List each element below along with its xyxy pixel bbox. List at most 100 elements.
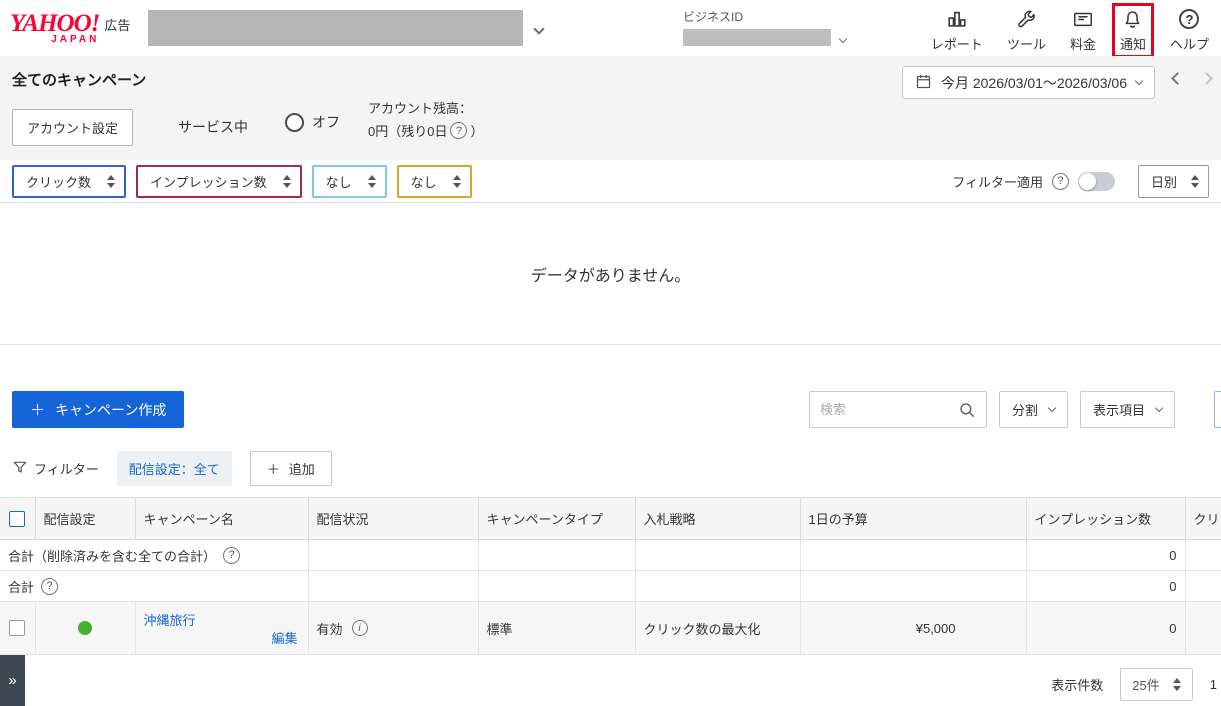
yahoo-japan-ads-logo[interactable]: YAHOO! JAPAN 広告 <box>10 12 130 45</box>
nav-help[interactable]: ? ヘルプ <box>1162 3 1217 58</box>
spinner-icon <box>283 175 291 188</box>
rows-per-page-select[interactable]: 25件 <box>1120 668 1192 701</box>
nav-help-label: ヘルプ <box>1170 34 1209 53</box>
col-daily-budget[interactable]: 1日の予算 <box>800 498 1026 540</box>
business-id-redacted <box>683 29 831 46</box>
top-header: YAHOO! JAPAN 広告 ビジネスID レポート <box>0 0 1221 56</box>
filter-bar: フィルター 配信設定：全て ＋ 追加 <box>12 452 332 484</box>
total-all-help-icon[interactable]: ? <box>223 547 240 564</box>
nav-report[interactable]: レポート <box>923 3 991 58</box>
service-off-radio-group: オフ <box>285 112 340 132</box>
filter-apply-label: フィルター適用 <box>952 172 1043 191</box>
plus-icon: ＋ <box>30 399 45 420</box>
delivery-setting-chip[interactable]: 配信設定：全て <box>117 451 232 486</box>
delivery-status-dot[interactable] <box>78 621 92 635</box>
nav-fees-label: 料金 <box>1070 34 1096 53</box>
select-all-checkbox[interactable] <box>9 511 25 527</box>
chart-metric-controls: クリック数 インプレッション数 なし なし フィルター適用 ? 日別 <box>0 160 1221 203</box>
add-filter-label: 追加 <box>289 459 315 478</box>
total-label: 合計 <box>8 577 34 596</box>
metric-select-1[interactable]: クリック数 <box>12 165 126 198</box>
header-checkbox-cell <box>0 498 35 540</box>
col-campaign-type[interactable]: キャンペーンタイプ <box>478 498 635 540</box>
yahoo-ads-app: YAHOO! JAPAN 広告 ビジネスID レポート <box>0 0 1221 706</box>
prev-period-icon[interactable] <box>1171 72 1184 85</box>
row-checkbox[interactable] <box>9 620 25 636</box>
filter-label: フィルター <box>34 459 99 478</box>
business-id-label: ビジネスID <box>683 8 846 25</box>
nav-tools[interactable]: ツール <box>999 3 1054 58</box>
filter-apply-toggle[interactable] <box>1078 172 1115 191</box>
campaign-row: 沖縄旅行 編集 有効 i 標準 クリック数の最大化 ¥5,000 0 <box>0 602 1221 655</box>
nav-notifications[interactable]: 通知 <box>1112 3 1154 58</box>
campaign-table-wrap: 配信設定 キャンペーン名 配信状況 キャンペーンタイプ 入札戦略 1日の予算 イ… <box>0 497 1221 655</box>
create-campaign-button[interactable]: ＋ キャンペーン作成 <box>12 391 184 428</box>
campaign-daily-budget: ¥5,000 <box>800 602 1026 655</box>
chart-area: データがありません。 <box>0 204 1221 345</box>
off-radio[interactable] <box>285 113 304 132</box>
total-help-icon[interactable]: ? <box>41 578 58 595</box>
create-campaign-label: キャンペーン作成 <box>55 400 166 420</box>
account-name-redacted[interactable] <box>148 10 523 46</box>
search-input[interactable] <box>810 392 948 427</box>
clipped-edge-button[interactable] <box>1214 391 1221 428</box>
campaign-name-link[interactable]: 沖縄旅行 <box>144 610 196 629</box>
metric-select-2[interactable]: インプレッション数 <box>136 165 302 198</box>
total-all-label: 合計（削除済みを含む全ての合計） <box>8 546 216 565</box>
campaign-impressions: 0 <box>1026 602 1185 655</box>
split-label: 分割 <box>1012 400 1038 419</box>
report-icon <box>946 8 968 30</box>
logo-yahoo: YAHOO! <box>10 12 99 35</box>
add-filter-button[interactable]: ＋ 追加 <box>250 451 332 486</box>
col-campaign-name[interactable]: キャンペーン名 <box>135 498 308 540</box>
campaign-table: 配信設定 キャンペーン名 配信状況 キャンペーンタイプ 入札戦略 1日の予算 イ… <box>0 497 1221 655</box>
col-delivery-setting[interactable]: 配信設定 <box>35 498 135 540</box>
period-select[interactable]: 日別 <box>1138 165 1209 198</box>
status-info-icon[interactable]: i <box>352 620 368 636</box>
filter-apply-help-icon[interactable]: ? <box>1052 173 1069 190</box>
current-page-number: 1 <box>1210 677 1217 692</box>
yahoo-logo-text: YAHOO! JAPAN <box>10 12 99 45</box>
off-radio-label: オフ <box>312 112 340 132</box>
balance-label: アカウント残高： <box>368 98 472 117</box>
metric-4-value: なし <box>411 172 437 191</box>
balance-help-icon[interactable]: ? <box>450 122 467 139</box>
billing-icon <box>1072 8 1094 30</box>
business-id-dropdown-chevron[interactable] <box>840 30 846 45</box>
display-items-label: 表示項目 <box>1093 400 1145 419</box>
date-dropdown-chevron <box>1135 76 1143 84</box>
total-all-impressions: 0 <box>1026 540 1185 571</box>
total-all-label-cell: 合計（削除済みを含む全ての合計） ? <box>0 540 308 571</box>
nav-fees[interactable]: 料金 <box>1062 3 1104 58</box>
split-button[interactable]: 分割 <box>999 391 1068 428</box>
metric-select-3[interactable]: なし <box>312 165 387 198</box>
campaign-edit-link[interactable]: 編集 <box>271 628 297 647</box>
col-impressions[interactable]: インプレッション数 <box>1026 498 1185 540</box>
calendar-icon <box>915 73 932 93</box>
date-nav <box>1173 74 1211 83</box>
col-clicks[interactable]: クリック数 <box>1185 498 1221 540</box>
col-bid-strategy[interactable]: 入札戦略 <box>635 498 800 540</box>
bell-icon <box>1122 8 1144 30</box>
search-icon[interactable] <box>948 392 986 427</box>
logo-japan: JAPAN <box>10 35 99 45</box>
filter-button[interactable]: フィルター <box>12 459 99 478</box>
account-dropdown-chevron[interactable] <box>535 21 543 36</box>
display-items-button[interactable]: 表示項目 <box>1080 391 1175 428</box>
logo-ads-label: 広告 <box>104 15 130 34</box>
next-period-icon[interactable] <box>1200 72 1213 85</box>
nav-notifications-label: 通知 <box>1120 34 1146 53</box>
search-box <box>809 391 987 428</box>
period-value: 日別 <box>1151 172 1177 191</box>
metric-select-4[interactable]: なし <box>397 165 472 198</box>
campaign-bid-strategy: クリック数の最大化 <box>635 602 800 655</box>
account-settings-button[interactable]: アカウント設定 <box>12 109 133 146</box>
spinner-icon <box>453 175 461 188</box>
col-delivery-status[interactable]: 配信状況 <box>308 498 478 540</box>
total-impressions: 0 <box>1026 571 1185 602</box>
wrench-icon <box>1015 8 1037 30</box>
date-range-picker[interactable]: 今月 2026/03/01～2026/03/06 <box>902 66 1155 99</box>
sidebar-expand-tab[interactable]: » <box>0 655 25 706</box>
nav-tools-label: ツール <box>1007 34 1046 53</box>
pagination-footer: 表示件数 25件 1 <box>1051 667 1217 701</box>
